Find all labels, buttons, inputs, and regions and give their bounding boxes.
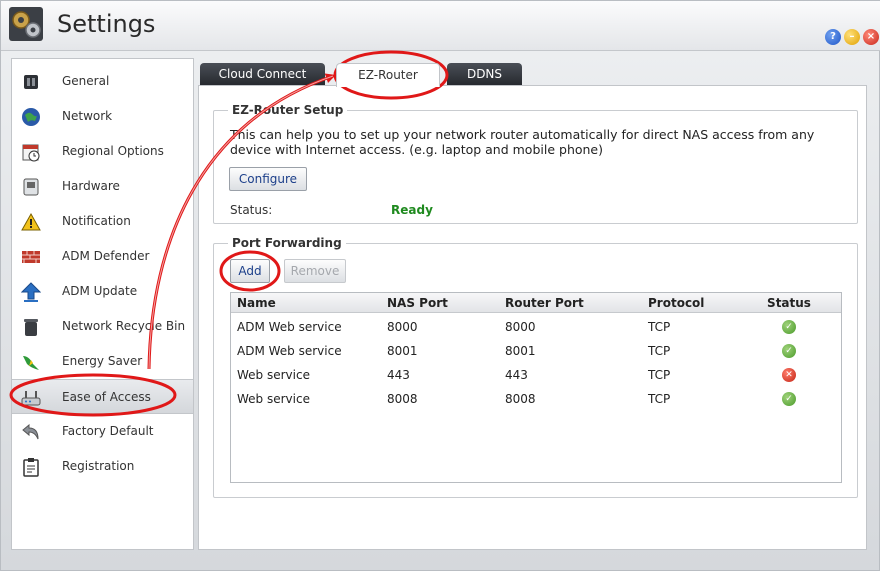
help-icon[interactable]: ?	[825, 29, 841, 45]
cell-nas-port: 8001	[387, 344, 418, 358]
add-button[interactable]: Add	[230, 259, 270, 283]
sidebar: General Network Regional Options Hardwar…	[11, 58, 194, 550]
port-forwarding-legend: Port Forwarding	[228, 236, 346, 250]
cell-nas-port: 8000	[387, 320, 418, 334]
globe-icon	[22, 108, 40, 126]
column-header-router-port[interactable]: Router Port	[499, 293, 642, 313]
sidebar-item-label: General	[62, 74, 110, 88]
status-label: Status:	[230, 203, 273, 217]
cell-name: Web service	[237, 392, 310, 406]
status-error-icon: ✕	[782, 368, 796, 382]
cell-name: ADM Web service	[237, 320, 342, 334]
settings-window: Settings ? – × General Network Regional …	[0, 0, 880, 571]
title-bar: Settings ? – ×	[1, 1, 880, 51]
hardware-icon	[23, 178, 39, 196]
remove-button[interactable]: Remove	[284, 259, 346, 283]
table-row[interactable]: ADM Web service 8000 8000 TCP ✓	[231, 315, 841, 339]
sidebar-item-network[interactable]: Network	[12, 99, 193, 134]
column-header-protocol[interactable]: Protocol	[642, 293, 737, 313]
up-arrow-icon	[21, 282, 41, 302]
sidebar-item-label: Ease of Access	[62, 390, 151, 404]
settings-gears-icon	[9, 7, 43, 41]
table-row[interactable]: Web service 8008 8008 TCP ✓	[231, 387, 841, 411]
column-header-nas-port[interactable]: NAS Port	[381, 293, 499, 313]
cell-protocol: TCP	[648, 392, 671, 406]
cell-nas-port: 443	[387, 368, 410, 382]
window-title: Settings	[57, 10, 156, 38]
close-icon[interactable]: ×	[863, 29, 879, 45]
clipboard-icon	[23, 458, 39, 477]
minimize-icon[interactable]: –	[844, 29, 860, 45]
sidebar-item-network-recycle-bin[interactable]: Network Recycle Bin	[12, 309, 193, 344]
sidebar-item-energy-saver[interactable]: Energy Saver	[12, 344, 193, 379]
ez-router-setup-legend: EZ-Router Setup	[228, 103, 348, 117]
tab-ez-router[interactable]: EZ-Router	[336, 63, 440, 87]
cell-router-port: 8008	[505, 392, 536, 406]
sidebar-item-label: Regional Options	[62, 144, 164, 158]
column-header-status[interactable]: Status	[737, 293, 841, 313]
sidebar-item-label: ADM Update	[62, 284, 138, 298]
sidebar-item-ease-of-access[interactable]: Ease of Access	[12, 379, 193, 414]
configure-button[interactable]: Configure	[229, 167, 307, 191]
router-icon	[21, 391, 41, 406]
sidebar-item-regional-options[interactable]: Regional Options	[12, 134, 193, 169]
sidebar-item-label: Factory Default	[62, 424, 154, 438]
sidebar-item-label: Energy Saver	[62, 354, 143, 368]
port-forwarding-table: Name NAS Port Router Port Protocol Statu…	[230, 292, 842, 483]
warning-icon	[21, 212, 41, 231]
undo-icon	[22, 423, 39, 440]
trash-icon	[24, 319, 38, 336]
sidebar-item-notification[interactable]: Notification	[12, 204, 193, 239]
sidebar-item-adm-defender[interactable]: ADM Defender	[12, 239, 193, 274]
firewall-icon	[22, 251, 40, 263]
cell-name: ADM Web service	[237, 344, 342, 358]
status-ok-icon: ✓	[782, 392, 796, 406]
table-row[interactable]: Web service 443 443 TCP ✕	[231, 363, 841, 387]
general-icon	[24, 75, 38, 89]
sidebar-item-hardware[interactable]: Hardware	[12, 169, 193, 204]
sidebar-item-label: ADM Defender	[62, 249, 150, 263]
cell-protocol: TCP	[648, 320, 671, 334]
cell-protocol: TCP	[648, 344, 671, 358]
status-ok-icon: ✓	[782, 320, 796, 334]
energy-icon	[23, 356, 39, 370]
cell-nas-port: 8008	[387, 392, 418, 406]
table-row[interactable]: ADM Web service 8001 8001 TCP ✓	[231, 339, 841, 363]
sidebar-item-adm-update[interactable]: ADM Update	[12, 274, 193, 309]
sidebar-item-label: Network	[62, 109, 113, 123]
sidebar-item-factory-default[interactable]: Factory Default	[12, 414, 193, 449]
setup-description: This can help you to set up your network…	[230, 127, 815, 157]
status-value: Ready	[391, 203, 433, 217]
sidebar-item-label: Hardware	[62, 179, 120, 193]
cell-name: Web service	[237, 368, 310, 382]
sidebar-item-label: Network Recycle Bin	[62, 319, 186, 333]
cell-router-port: 443	[505, 368, 528, 382]
cell-protocol: TCP	[648, 368, 671, 382]
sidebar-item-label: Notification	[62, 214, 131, 228]
status-ok-icon: ✓	[782, 344, 796, 358]
cell-router-port: 8001	[505, 344, 536, 358]
sidebar-item-label: Registration	[62, 459, 135, 473]
cell-router-port: 8000	[505, 320, 536, 334]
sidebar-item-registration[interactable]: Registration	[12, 449, 193, 484]
calendar-clock-icon	[22, 144, 40, 162]
tab-cloud-connect[interactable]: Cloud Connect	[200, 63, 325, 86]
column-header-name[interactable]: Name	[231, 293, 381, 313]
sidebar-item-general[interactable]: General	[12, 64, 193, 99]
tab-ddns[interactable]: DDNS	[447, 63, 522, 86]
